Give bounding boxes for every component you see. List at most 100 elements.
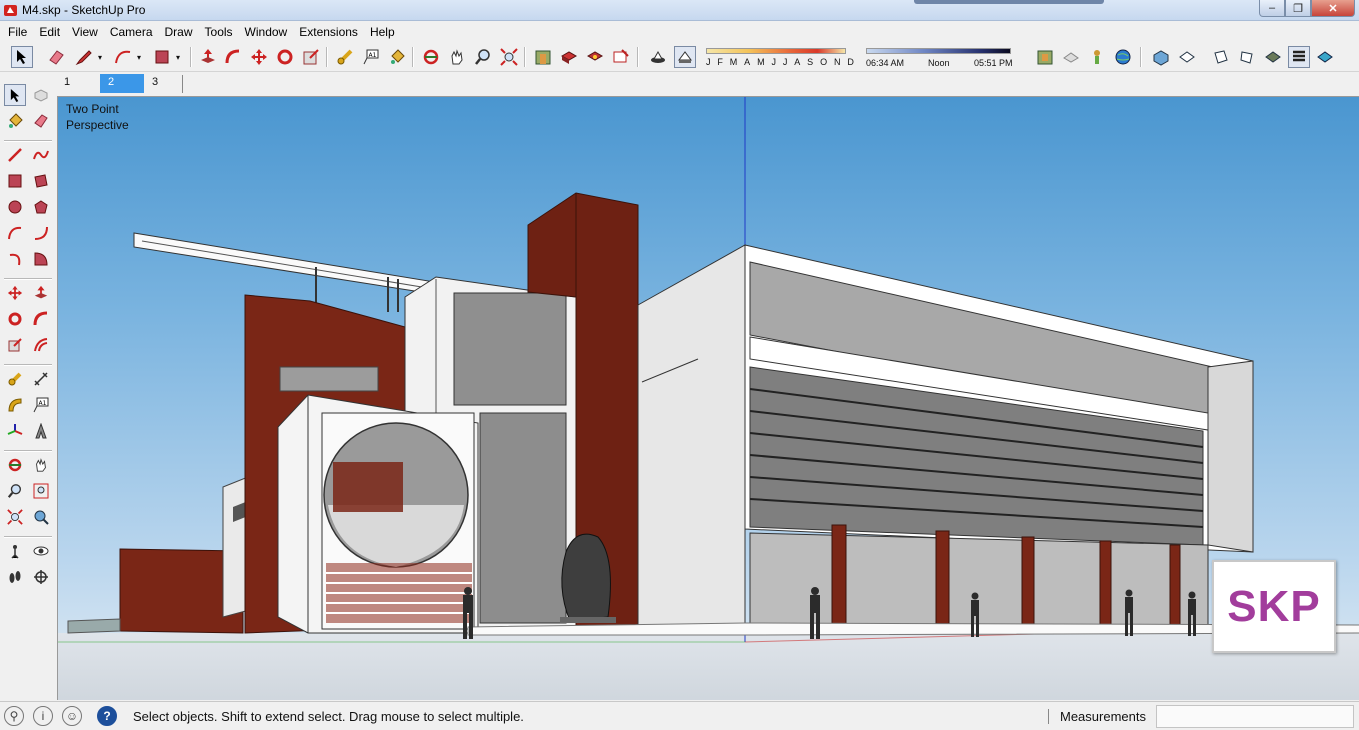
zoom-window-icon[interactable]: [30, 480, 52, 502]
zoom-icon[interactable]: [4, 480, 26, 502]
scale-icon[interactable]: [4, 334, 26, 356]
month-label: S: [807, 57, 814, 67]
section-icon[interactable]: [1314, 46, 1336, 68]
geo-location-icon[interactable]: [1034, 46, 1056, 68]
menu-help[interactable]: Help: [364, 25, 401, 39]
rotated-rectangle-icon[interactable]: [30, 170, 52, 192]
rectangle-icon[interactable]: [151, 46, 173, 68]
shadow-time-slider[interactable]: [866, 48, 1011, 54]
close-button[interactable]: ✕: [1311, 0, 1355, 17]
walk-icon[interactable]: [4, 566, 26, 588]
restore-button[interactable]: ❐: [1285, 0, 1311, 17]
menu-camera[interactable]: Camera: [104, 25, 159, 39]
move-icon[interactable]: [4, 282, 26, 304]
push-pull-icon[interactable]: [197, 46, 219, 68]
text-icon[interactable]: A1: [360, 46, 382, 68]
polygon-icon[interactable]: [30, 196, 52, 218]
eraser-icon[interactable]: [45, 46, 67, 68]
dimension-icon[interactable]: [30, 368, 52, 390]
eraser-icon[interactable]: [30, 110, 52, 132]
chevron-down-icon[interactable]: ▾: [95, 46, 105, 68]
menu-file[interactable]: File: [2, 25, 33, 39]
orbit-icon[interactable]: [420, 46, 442, 68]
shadow-date-slider[interactable]: [706, 48, 846, 54]
right-view-icon[interactable]: [1236, 46, 1258, 68]
minimize-button[interactable]: ‒: [1259, 0, 1285, 17]
sandbox-icon[interactable]: [1086, 46, 1108, 68]
measurements-input[interactable]: [1156, 705, 1354, 728]
shadow-time-start: 06:34 AM: [866, 58, 905, 68]
components-icon[interactable]: [558, 46, 580, 68]
make-component-icon[interactable]: [30, 84, 52, 106]
line-icon[interactable]: [4, 144, 26, 166]
menu-window[interactable]: Window: [239, 25, 294, 39]
look-around-icon[interactable]: [30, 540, 52, 562]
section-plane-icon[interactable]: [30, 566, 52, 588]
pan-icon[interactable]: [30, 454, 52, 476]
sketchup-app-icon[interactable]: [3, 3, 18, 18]
toolbar-separator: [4, 364, 52, 366]
shadows-icon[interactable]: [647, 46, 669, 68]
top-view-icon[interactable]: [1176, 46, 1198, 68]
pie-icon[interactable]: [30, 248, 52, 270]
circle-icon[interactable]: [4, 196, 26, 218]
styles-icon[interactable]: [610, 46, 632, 68]
skp-watermark: SKP: [1212, 560, 1336, 653]
pan-icon[interactable]: [446, 46, 468, 68]
menu-tools[interactable]: Tools: [199, 25, 239, 39]
rectangle-icon[interactable]: [4, 170, 26, 192]
orbit-icon[interactable]: [4, 454, 26, 476]
scene-tab-1[interactable]: 1: [56, 74, 100, 93]
extension-icon[interactable]: [584, 46, 606, 68]
paint-bucket-icon[interactable]: [386, 46, 408, 68]
paint-bucket-icon[interactable]: [4, 110, 26, 132]
zoom-icon[interactable]: [472, 46, 494, 68]
text-icon[interactable]: A1: [30, 394, 52, 416]
fog-icon[interactable]: [674, 46, 696, 68]
two-point-arc-icon[interactable]: [30, 222, 52, 244]
model-viewport[interactable]: Two Point Perspective SKP: [57, 96, 1359, 700]
select-icon[interactable]: [11, 46, 33, 68]
tape-measure-icon[interactable]: [4, 368, 26, 390]
chevron-down-icon[interactable]: ▾: [173, 46, 183, 68]
freehand-icon[interactable]: [30, 144, 52, 166]
menu-view[interactable]: View: [66, 25, 104, 39]
pencil-icon[interactable]: [73, 46, 95, 68]
help-icon[interactable]: ?: [97, 706, 117, 726]
rotate-icon[interactable]: [274, 46, 296, 68]
geo-location-status-icon[interactable]: ⚲: [4, 706, 24, 726]
previous-view-icon[interactable]: [30, 506, 52, 528]
scene-tab-2[interactable]: 2: [100, 74, 144, 93]
move-icon[interactable]: [248, 46, 270, 68]
front-view-icon[interactable]: [1210, 46, 1232, 68]
follow-me-icon[interactable]: [222, 46, 244, 68]
3d-text-icon[interactable]: [30, 420, 52, 442]
menu-edit[interactable]: Edit: [33, 25, 66, 39]
globe-icon[interactable]: [1112, 46, 1134, 68]
protractor-icon[interactable]: [4, 394, 26, 416]
tape-measure-icon[interactable]: [334, 46, 356, 68]
left-view-icon[interactable]: [1288, 46, 1310, 68]
follow-me-icon[interactable]: [30, 308, 52, 330]
select-icon[interactable]: [4, 84, 26, 106]
arc-icon[interactable]: [112, 46, 134, 68]
warehouse-icon[interactable]: [532, 46, 554, 68]
scale-icon[interactable]: [300, 46, 322, 68]
iso-view-icon[interactable]: [1150, 46, 1172, 68]
rotate-icon[interactable]: [4, 308, 26, 330]
back-view-icon[interactable]: [1262, 46, 1284, 68]
user-account-icon[interactable]: ☺: [62, 706, 82, 726]
push-pull-icon[interactable]: [30, 282, 52, 304]
axes-icon[interactable]: [4, 420, 26, 442]
chevron-down-icon[interactable]: ▾: [134, 46, 144, 68]
position-camera-icon[interactable]: [4, 540, 26, 562]
three-point-arc-icon[interactable]: [4, 248, 26, 270]
zoom-extents-icon[interactable]: [4, 506, 26, 528]
zoom-extents-icon[interactable]: [498, 46, 520, 68]
add-location-icon[interactable]: [1060, 46, 1082, 68]
credits-info-icon[interactable]: i: [33, 706, 53, 726]
menu-draw[interactable]: Draw: [159, 25, 199, 39]
menu-extensions[interactable]: Extensions: [293, 25, 364, 39]
arc-icon[interactable]: [4, 222, 26, 244]
offset-icon[interactable]: [30, 334, 52, 356]
